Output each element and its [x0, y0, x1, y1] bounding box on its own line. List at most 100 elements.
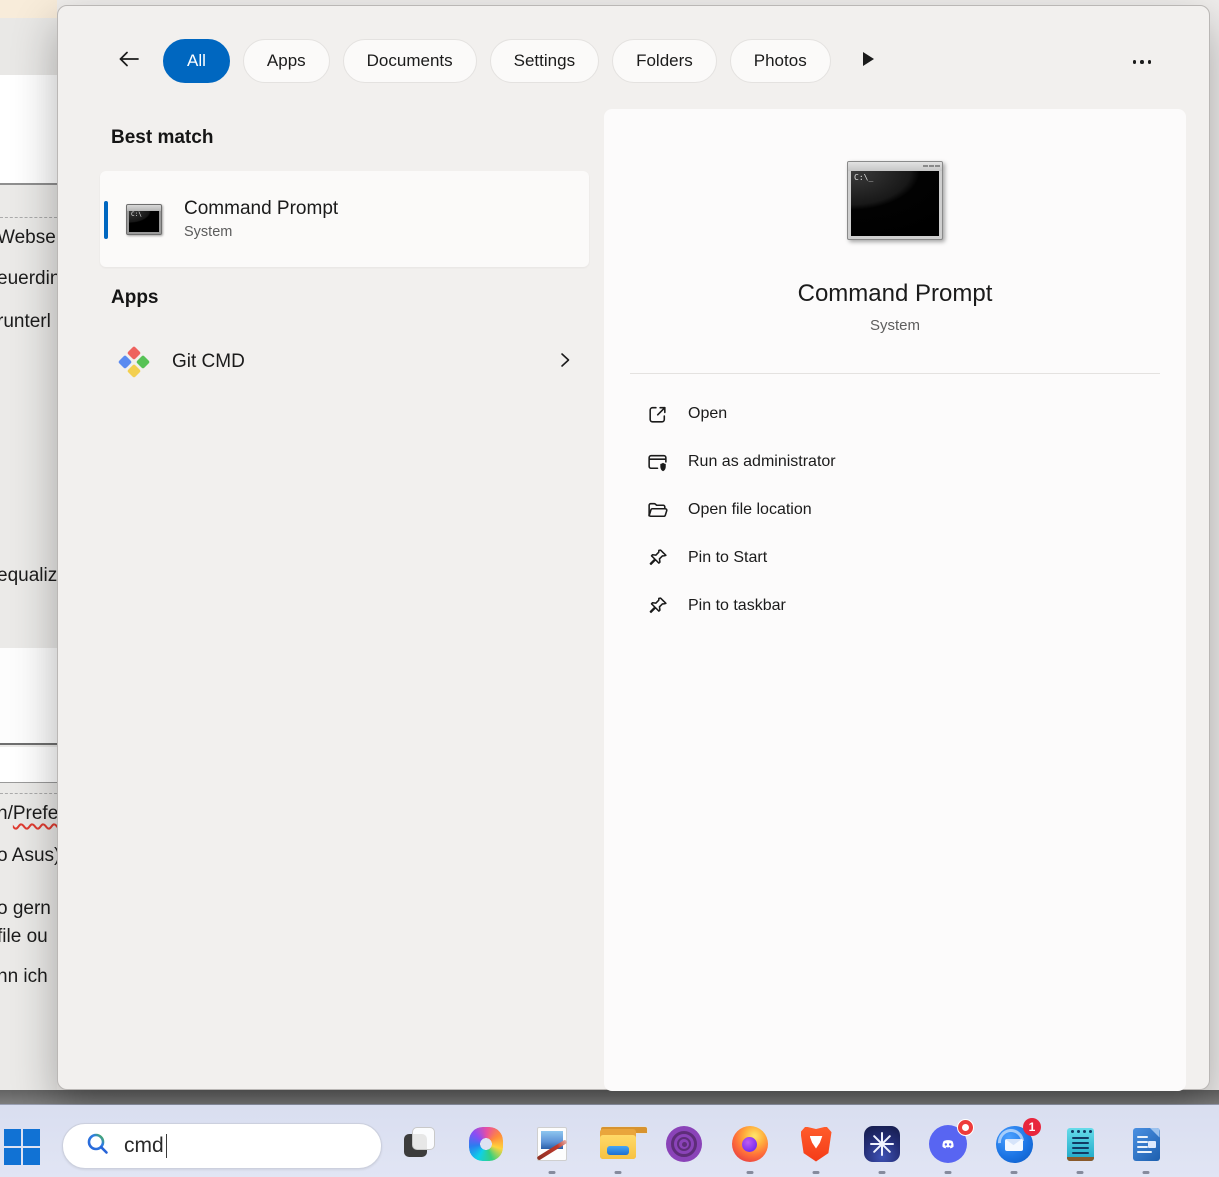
taskbar-item-brave[interactable]: [783, 1105, 849, 1177]
running-indicator: [747, 1171, 754, 1174]
result-detail-panel: C:\_ Command Prompt System Open Run as a…: [604, 109, 1186, 1091]
brave-icon: [796, 1124, 836, 1164]
paint-icon: [532, 1124, 572, 1164]
ellipsis-icon: [1133, 60, 1137, 64]
running-indicator: [1143, 1171, 1150, 1174]
background-window-top-strip: [0, 0, 57, 18]
fragment-prefix: n/: [0, 803, 13, 824]
text-caret: [166, 1134, 168, 1158]
taskbar-item-libreoffice-writer[interactable]: [1113, 1105, 1179, 1177]
tab-label: Documents: [367, 51, 453, 71]
tab-label: Settings: [514, 51, 575, 71]
more-tabs-button[interactable]: [850, 43, 886, 79]
background-window-strip-row: [0, 747, 57, 783]
command-prompt-icon-large: C:\_: [847, 161, 943, 240]
running-indicator: [879, 1171, 886, 1174]
libreoffice-writer-icon: [1126, 1124, 1166, 1164]
background-text-fragment: equaliz: [0, 565, 57, 587]
search-filter-tabs: All Apps Documents Settings Folders Phot…: [108, 36, 1169, 86]
taskbar-icons: 1: [387, 1105, 1179, 1177]
taskbar-item-tor-browser[interactable]: [651, 1105, 717, 1177]
background-window-input-area: [0, 75, 57, 185]
tab-label: All: [187, 51, 206, 71]
windows-logo-icon: [4, 1129, 40, 1165]
tab-label: Folders: [636, 51, 693, 71]
chevron-right-icon[interactable]: [555, 349, 575, 376]
detail-title: Command Prompt: [798, 280, 993, 308]
tab-folders[interactable]: Folders: [612, 39, 717, 83]
app-result-label: Git CMD: [172, 351, 245, 373]
result-subtitle: System: [184, 224, 338, 240]
background-text-fragment: file ou: [0, 926, 48, 948]
file-explorer-icon: [598, 1124, 638, 1164]
play-triangle-icon: [860, 50, 876, 73]
background-window-block: [0, 648, 57, 745]
tab-apps[interactable]: Apps: [243, 39, 330, 83]
asterisk-app-icon: [862, 1124, 902, 1164]
taskbar-item-task-view[interactable]: [387, 1105, 453, 1177]
taskbar-item-notepad[interactable]: [1047, 1105, 1113, 1177]
running-indicator: [813, 1171, 820, 1174]
taskbar: cmd: [0, 1105, 1219, 1177]
running-indicator: [945, 1171, 952, 1174]
taskbar-item-thunderbird[interactable]: 1: [981, 1105, 1047, 1177]
notepad-icon: [1060, 1124, 1100, 1164]
folder-icon: [646, 499, 669, 522]
action-pin-to-taskbar[interactable]: Pin to taskbar: [604, 582, 1186, 630]
selection-accent-bar: [104, 201, 108, 239]
tor-browser-icon: [664, 1124, 704, 1164]
firefox-icon: [730, 1124, 770, 1164]
app-result-git-cmd[interactable]: Git CMD: [100, 334, 589, 390]
taskbar-item-asterisk-app[interactable]: [849, 1105, 915, 1177]
background-window-toolbar: [0, 18, 57, 75]
best-match-result[interactable]: C:\ Command Prompt System: [100, 171, 589, 267]
running-indicator: [549, 1171, 556, 1174]
best-match-heading: Best match: [111, 127, 213, 149]
action-open[interactable]: Open: [604, 390, 1186, 438]
search-icon: [85, 1131, 111, 1162]
action-list: Open Run as administrator Open file loca…: [604, 390, 1186, 630]
background-text-fragment: Webseit: [0, 227, 57, 249]
tab-label: Photos: [754, 51, 807, 71]
taskbar-search-box[interactable]: cmd: [62, 1123, 382, 1169]
thunderbird-unread-badge: 1: [1023, 1118, 1041, 1136]
background-text-fragment: runterl: [0, 311, 51, 333]
tab-all[interactable]: All: [163, 39, 230, 83]
background-right-edge: [1210, 0, 1219, 1090]
search-input-value[interactable]: cmd: [124, 1134, 164, 1158]
running-indicator: [615, 1171, 622, 1174]
tab-settings[interactable]: Settings: [490, 39, 599, 83]
back-button[interactable]: [108, 40, 150, 82]
tab-documents[interactable]: Documents: [343, 39, 477, 83]
background-window-strip: Webseit euerdin runterl equaliz n/Prefe …: [0, 0, 57, 1090]
taskbar-item-paint[interactable]: [519, 1105, 585, 1177]
background-text-fragment: euerdin: [0, 268, 57, 290]
action-pin-to-start[interactable]: Pin to Start: [604, 534, 1186, 582]
taskbar-item-discord[interactable]: [915, 1105, 981, 1177]
running-indicator: [1077, 1171, 1084, 1174]
background-text-fragment: nn ich: [0, 966, 48, 988]
background-text-fragment: o Asus): [0, 845, 57, 867]
divider: [0, 793, 57, 794]
background-text-fragment: n/Prefe: [0, 803, 57, 825]
taskbar-item-copilot[interactable]: [453, 1105, 519, 1177]
task-view-icon: [400, 1124, 440, 1164]
open-external-icon: [646, 403, 669, 426]
background-window-bottom-bar: [0, 1090, 1219, 1105]
taskbar-item-file-explorer[interactable]: [585, 1105, 651, 1177]
more-options-button[interactable]: [1123, 50, 1161, 74]
result-title: Command Prompt: [184, 198, 338, 220]
admin-shield-icon: [646, 451, 669, 474]
search-flyout-panel: All Apps Documents Settings Folders Phot…: [57, 5, 1210, 1090]
taskbar-item-firefox[interactable]: [717, 1105, 783, 1177]
divider: [630, 373, 1160, 374]
action-open-file-location[interactable]: Open file location: [604, 486, 1186, 534]
start-button[interactable]: [2, 1127, 42, 1167]
tab-label: Apps: [267, 51, 306, 71]
fragment-misspelled: Prefe: [13, 803, 57, 824]
background-text-fragment: o gern: [0, 898, 51, 920]
copilot-icon: [466, 1124, 506, 1164]
tab-photos[interactable]: Photos: [730, 39, 831, 83]
running-indicator: [1011, 1171, 1018, 1174]
action-run-as-administrator[interactable]: Run as administrator: [604, 438, 1186, 486]
